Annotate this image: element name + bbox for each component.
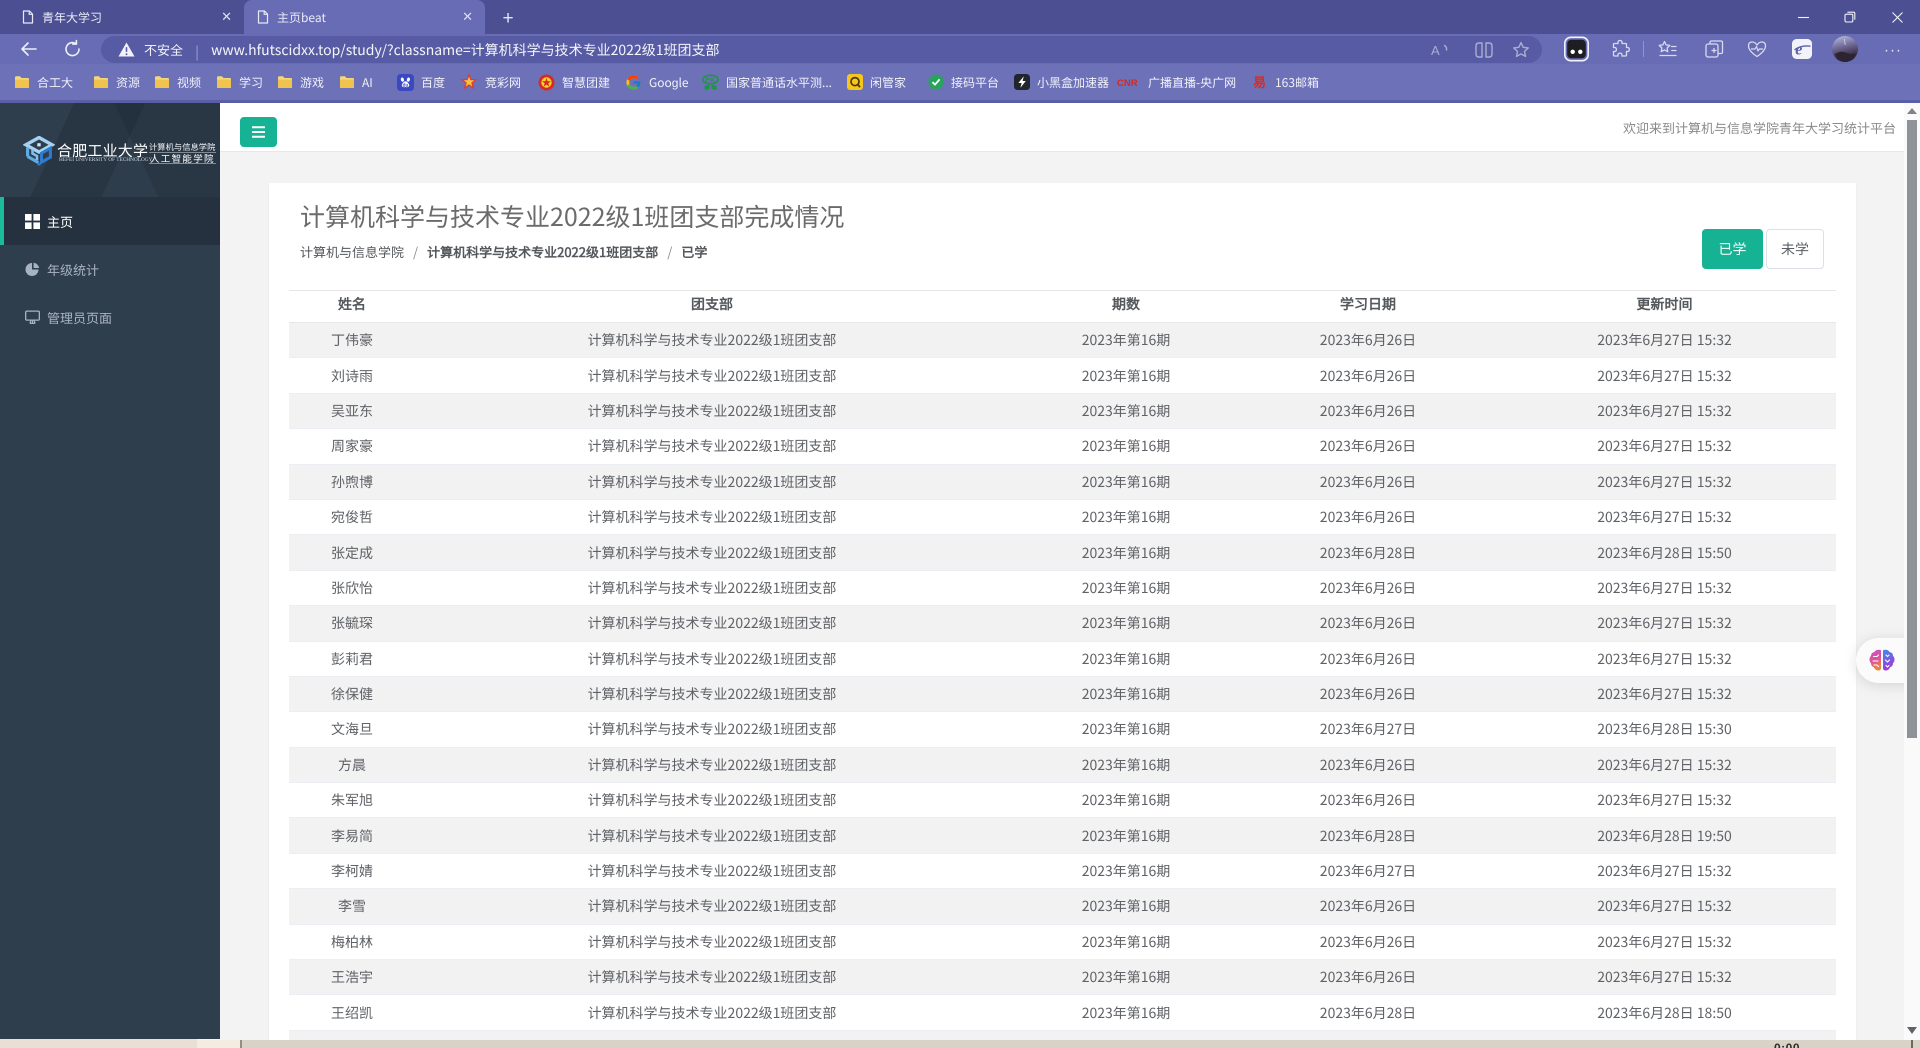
svg-text:CNR: CNR <box>1117 78 1138 88</box>
svg-text:易: 易 <box>1253 74 1266 90</box>
svg-text:A: A <box>1431 43 1440 58</box>
svg-text:du: du <box>403 82 409 88</box>
svg-text:e: e <box>1795 42 1802 59</box>
svg-text:PSC: PSC <box>706 76 716 83</box>
